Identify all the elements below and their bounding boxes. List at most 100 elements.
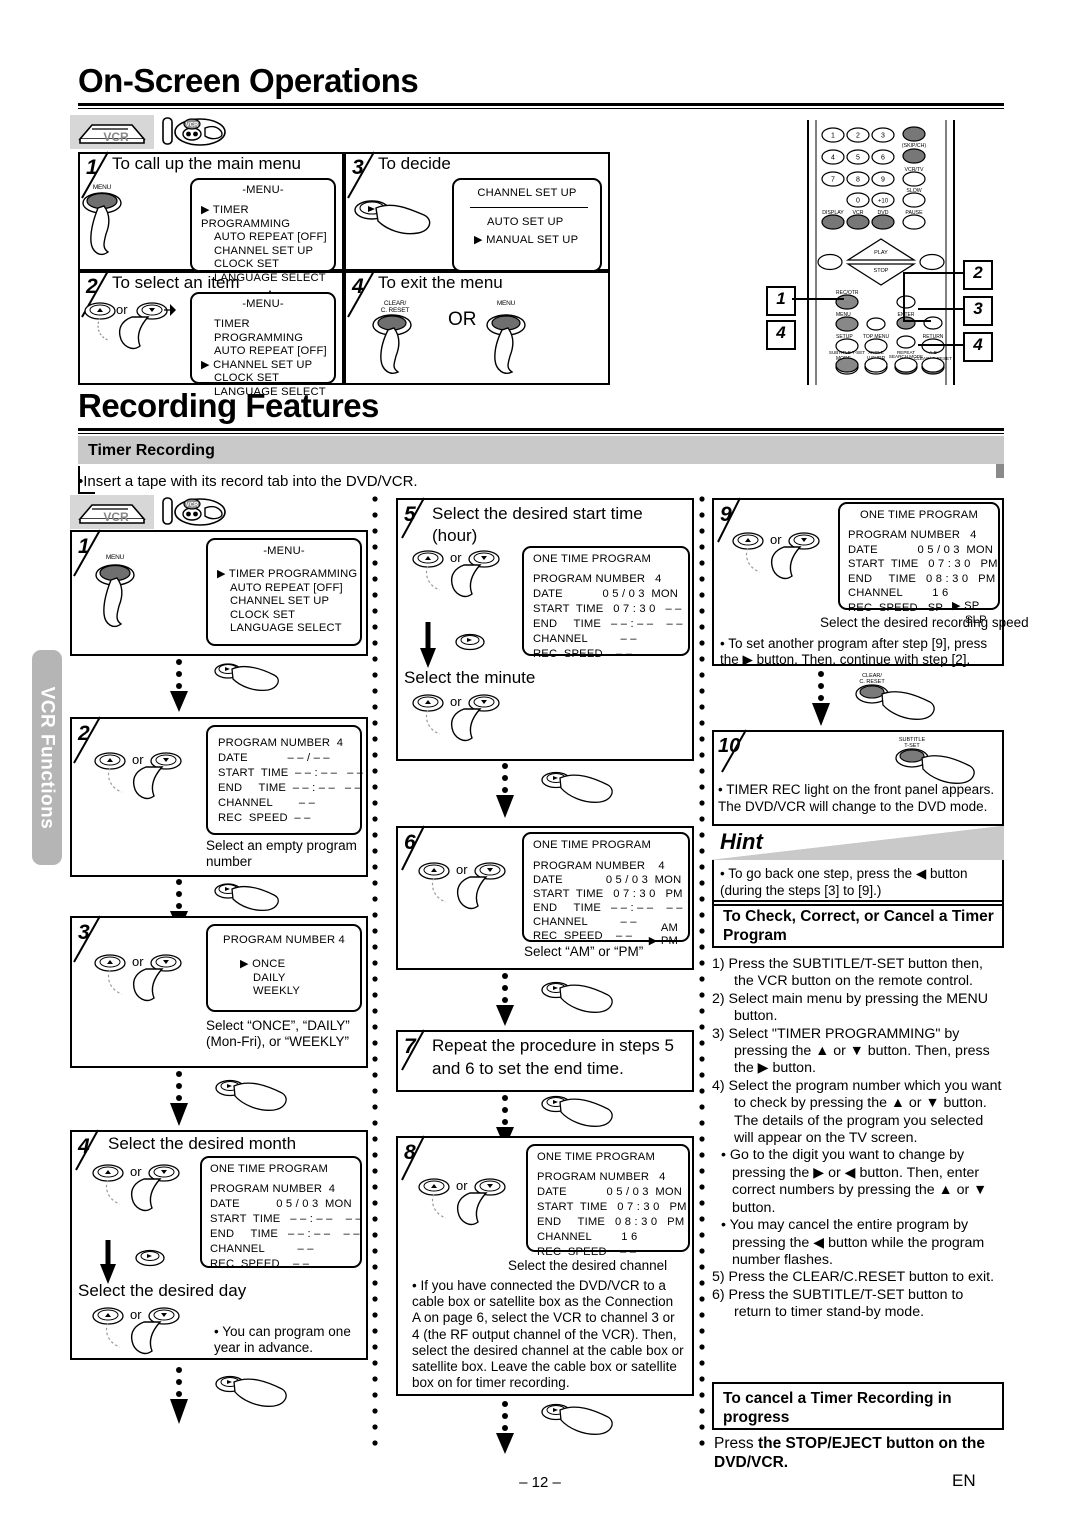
hand-press-clear-icon [372,314,412,374]
or-label: or [450,694,462,709]
svg-text:SUBTITLE T-SET: SUBTITLE T-SET [829,350,865,355]
osd-item: AUTO REPEAT [OFF] [230,581,343,594]
osd-title: -MENU- [242,298,284,310]
timer-step-4-subheading: Select the desired day [78,1281,247,1300]
timer-step-3-osd: PROGRAM NUMBER 4 ▶ ONCE DAILY WEEKLY [206,924,362,1012]
osd-title: ONE TIME PROGRAM [533,839,651,851]
timer-step-6-caption: Select “AM” or “PM” [524,944,644,959]
timer-step-8-osd: ONE TIME PROGRAM PROGRAM NUMBER 4 DATE 0… [526,1144,690,1258]
hand-press-menu-icon [82,192,122,256]
osd-row: START TIME 0 7 : 3 0 PM [537,1201,687,1213]
page-title-recording-features: Recording Features [78,387,379,424]
timer-step-7-heading: Repeat the procedure in steps 5 and 6 to… [432,1036,674,1078]
or-label: or [132,954,144,969]
osd-title: ONE TIME PROGRAM [210,1163,328,1175]
osd-title: -MENU- [263,545,305,557]
or-label: or [456,1178,468,1193]
osd-row: END TIME – – : – – – – [218,782,362,794]
or-label: or [456,862,468,877]
osd-row: PROGRAM NUMBER 4 [848,529,977,541]
svg-text:7: 7 [831,177,835,184]
menu-button-label: MENU [496,300,516,307]
osd-row: END TIME 0 8 : 3 0 PM [848,572,996,585]
updown-buttons-hand-icon [412,550,500,598]
osd-ampm-option: PM [660,935,678,947]
osd-row: CHANNEL 1 6 [537,1231,638,1243]
svg-text:REPEAT: REPEAT [897,350,915,355]
vcr-device-badge: VCR [70,495,154,529]
side-tab-label: VCR Functions [36,686,58,830]
step-2-heading: To select an item [112,273,240,292]
timer-step-4-heading: Select the desired month [108,1134,297,1153]
or-label: or [132,752,144,767]
osd-row: START TIME 0 7 : 3 0 – – [533,603,682,615]
svg-text:1: 1 [831,133,835,140]
osd-row: REC SPEED – – [533,648,633,660]
osd-title: -MENU- [242,184,284,196]
osd-cursor-icon: ▶ [201,358,210,371]
osd-item: CLOCK SET [214,372,280,385]
down-arrow-and-right-button [420,622,485,668]
list-item: 6) Press the SUBTITLE/T-SET button to re… [712,1286,964,1321]
osd-item: CLOCK SET [230,608,296,621]
cancel-timer-recording-title: To cancel a Timer Recording in progress [723,1390,952,1426]
timer-recording-subhead: Timer Recording [88,442,215,459]
remote-callout-3: 3 [963,296,993,326]
title-rule [78,103,1004,106]
osd-row: DATE – – / – – [218,752,330,764]
list-item: • Go to the digit you want to change by … [721,1147,988,1216]
side-tab-vcr-functions: VCR Functions [32,650,62,865]
osd-row: REC SPEED – – [210,1258,310,1270]
updown-buttons-hand-icon [418,1178,506,1226]
hand-press-menu-icon [486,314,526,374]
osd-title: CHANNEL SET UP [477,187,577,199]
osd-cursor-icon: ▶ [474,233,483,246]
svg-text:4: 4 [831,155,835,162]
timer-step-9-note: • To set another program after step [9],… [720,636,988,667]
or-label: or [116,302,128,317]
list-item: 2) Select main menu by pressing the MENU… [712,990,988,1025]
menu-button-label: MENU [105,554,125,561]
timer-step-5-heading: Select the desired start time (hour) [432,504,643,545]
osd-row: CHANNEL 1 6 [848,587,949,599]
osd-cursor-icon: ▶ [201,204,210,216]
step-1-heading: To call up the main menu [112,154,301,173]
title-rule [78,428,1004,431]
step-3-osd-channel-setup: CHANNEL SET UP AUTO SET UP ▶ MANUAL SET … [452,178,602,272]
step-3-heading: To decide [378,154,451,173]
svg-text:VCR: VCR [186,503,199,509]
callout-line [918,308,963,310]
title-rule-thin [78,433,1004,434]
osd-row: PROGRAM NUMBER 4 [537,1171,666,1183]
or-label: or [130,1164,142,1179]
osd-row: CHANNEL – – [218,797,316,809]
timer-step-9-osd: ONE TIME PROGRAM PROGRAM NUMBER 4 DATE 0… [838,502,1000,626]
callout-line [905,272,963,274]
svg-text:(SKIP/CH): (SKIP/CH) [902,143,926,149]
timer-recording-intro: •Insert a tape with its record tab into … [78,473,418,490]
timer-recording-subhead-bar: Timer Recording [78,436,1004,464]
timer-step-3-caption: Select “ONCE”, “DAILY” (Mon-Fri), or “WE… [206,1018,350,1049]
osd-speed-option: SP [964,600,980,612]
vcr-tape-icon: VCR [160,492,230,532]
updown-buttons-hand-icon [732,532,820,580]
svg-text:5: 5 [856,155,860,162]
osd-row: START TIME – – : – – – – [210,1213,362,1225]
callout-line [792,298,844,300]
osd-item: CHANNEL SET UP [213,358,313,371]
check-correct-cancel-list: 1) Press the SUBTITLE/T-SET button then,… [712,956,1004,1322]
callout-line [918,344,963,346]
remote-callout-4b: 4 [766,320,796,350]
timer-step-8-caption: Select the desired channel [508,1258,668,1273]
osd-item: CHANNEL SET UP [230,595,330,608]
vcr-device-badge: VCR [70,115,154,149]
connector-arrow-and-button [496,1401,613,1454]
osd-row: END TIME – – : – – – – [533,618,683,630]
page-number: – 12 – [519,1474,561,1491]
osd-item: ONCE [252,958,286,970]
column-separator-dots [699,496,705,1446]
or-label: OR [448,309,477,330]
timer-step-6-osd: ONE TIME PROGRAM PROGRAM NUMBER 4 DATE 0… [522,832,690,947]
list-item: 3) Select "TIMER PROGRAMMING" by pressin… [712,1025,990,1077]
osd-row: END TIME 0 8 : 3 0 PM [537,1216,685,1228]
